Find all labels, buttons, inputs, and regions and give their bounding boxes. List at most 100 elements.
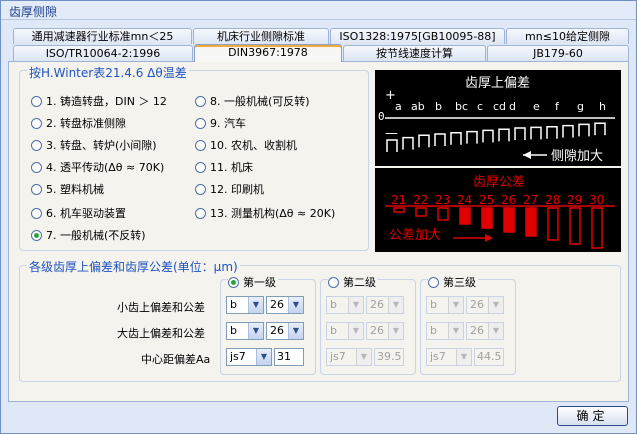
- grade2-small-dev-select[interactable]: b ▼: [326, 296, 364, 314]
- tab-reducer-standard[interactable]: 通用减速器行业标准mn＜25: [13, 28, 192, 44]
- grade2-large-tol-select[interactable]: 26 ▼: [366, 322, 404, 340]
- chevron-down-icon[interactable]: ▼: [348, 297, 363, 313]
- option-11[interactable]: 11. 机床: [195, 159, 253, 175]
- window-title: 齿厚侧隙: [9, 5, 58, 19]
- grade3-small-dev-select[interactable]: b ▼: [426, 296, 464, 314]
- grade3-center-fit-select[interactable]: js7 ▼: [426, 348, 472, 366]
- grade1-large-tol-select[interactable]: 26 ▼: [266, 322, 304, 340]
- chevron-down-icon[interactable]: ▼: [456, 349, 471, 365]
- tab-pitch-speed[interactable]: 按节线速度计算: [343, 45, 486, 61]
- option-7[interactable]: 7. 一般机械(不反转): [31, 227, 146, 243]
- radio-icon[interactable]: [31, 95, 42, 107]
- option-4[interactable]: 4. 透平传动(Δθ ≈ 70K): [31, 159, 164, 175]
- chevron-down-icon[interactable]: ▼: [488, 323, 503, 339]
- option-9[interactable]: 9. 汽车: [195, 115, 246, 131]
- option-5[interactable]: 5. 塑料机械: [31, 181, 104, 197]
- letter-c: c: [477, 100, 483, 113]
- tab-jb179[interactable]: JB179-60: [487, 45, 629, 61]
- deviation-bar: [498, 128, 510, 142]
- radio-icon[interactable]: [195, 161, 206, 173]
- grade1-large-dev-select[interactable]: b ▼: [226, 322, 264, 340]
- option-6[interactable]: 6. 机车驱动装置: [31, 205, 126, 221]
- letter-a: a: [395, 100, 402, 113]
- radio-icon[interactable]: [31, 139, 42, 151]
- tolerance-bar: [503, 207, 515, 233]
- grade2-small-tol-select[interactable]: 26 ▼: [366, 296, 404, 314]
- radio-icon[interactable]: [195, 117, 206, 129]
- chevron-down-icon[interactable]: ▼: [288, 323, 303, 339]
- tolerance-number-30: 30: [589, 193, 604, 207]
- radio-selected-icon[interactable]: [228, 276, 239, 288]
- radio-icon[interactable]: [328, 276, 339, 288]
- tab-panel: 按H.Winter表21.4.6 Δθ温差 1. 铸造转盘，DIN ＞ 12 2…: [8, 61, 629, 402]
- tolerance-number-25: 25: [479, 193, 494, 207]
- backlash-arrow-head: [523, 151, 531, 159]
- grade2-large-dev-select[interactable]: b ▼: [326, 322, 364, 340]
- grade2-radio[interactable]: 第二级: [328, 274, 378, 290]
- grade1-center-fit-select[interactable]: js7 ▼: [226, 348, 272, 366]
- option-13[interactable]: 13. 测量机构(Δθ ≈ 20K): [195, 205, 335, 221]
- tab-iso-tr10064[interactable]: ISO/TR10064-2:1996: [13, 45, 193, 61]
- deviation-bar: [386, 139, 398, 152]
- grade2-center-fit-select[interactable]: js7 ▼: [326, 348, 372, 366]
- grade3-center-value[interactable]: 44.5: [474, 348, 504, 366]
- tab-given-backlash[interactable]: mn≤10给定侧隙: [506, 28, 629, 44]
- chevron-down-icon[interactable]: ▼: [448, 323, 463, 339]
- chevron-down-icon[interactable]: ▼: [388, 297, 403, 313]
- tolerance-arrow-head: [485, 234, 493, 242]
- chevron-down-icon[interactable]: ▼: [288, 297, 303, 313]
- tolerance-bar: [591, 207, 603, 249]
- chevron-down-icon[interactable]: ▼: [248, 323, 263, 339]
- option-8[interactable]: 8. 一般机械(可反转): [195, 93, 310, 109]
- option-2[interactable]: 2. 转盘标准侧隙: [31, 115, 126, 131]
- grade3-large-dev-select[interactable]: b ▼: [426, 322, 464, 340]
- tolerance-bar: [569, 207, 581, 245]
- letter-h: h: [599, 100, 606, 113]
- grade3-radio[interactable]: 第三级: [428, 274, 478, 290]
- grade1-radio[interactable]: 第一级: [228, 274, 278, 290]
- radio-icon[interactable]: [428, 276, 439, 288]
- radio-icon[interactable]: [195, 207, 206, 219]
- letter-e: e: [533, 100, 540, 113]
- radio-icon[interactable]: [31, 161, 42, 173]
- tolerance-number-23: 23: [435, 193, 450, 207]
- chevron-down-icon[interactable]: ▼: [448, 297, 463, 313]
- tab-iso1328[interactable]: ISO1328:1975[GB10095-88]: [330, 28, 505, 44]
- radio-icon[interactable]: [195, 95, 206, 107]
- ok-button[interactable]: 确定: [557, 406, 628, 426]
- radio-icon[interactable]: [195, 139, 206, 151]
- chevron-down-icon[interactable]: ▼: [348, 323, 363, 339]
- grade1-small-tol-select[interactable]: 26 ▼: [266, 296, 304, 314]
- option-1[interactable]: 1. 铸造转盘，DIN ＞ 12: [31, 93, 167, 109]
- radio-icon[interactable]: [31, 207, 42, 219]
- chevron-down-icon[interactable]: ▼: [488, 297, 503, 313]
- radio-icon[interactable]: [195, 183, 206, 195]
- deviation-bar: [514, 127, 526, 140]
- tolerance-bar: [459, 207, 471, 225]
- grade2-center-value[interactable]: 39.5: [374, 348, 404, 366]
- deviation-bar: [562, 124, 574, 138]
- radio-icon[interactable]: [31, 117, 42, 129]
- radio-icon[interactable]: [31, 183, 42, 195]
- grade3-large-tol-select[interactable]: 26 ▼: [466, 322, 504, 340]
- option-12[interactable]: 12. 印刷机: [195, 181, 264, 197]
- winter-group-title: 按H.Winter表21.4.6 Δθ温差: [27, 64, 189, 81]
- option-10[interactable]: 10. 农机、收割机: [195, 137, 297, 153]
- tab-machine-tool-standard[interactable]: 机床行业侧隙标准: [193, 28, 329, 44]
- chevron-down-icon[interactable]: ▼: [356, 349, 371, 365]
- letter-cd: cd: [493, 100, 506, 113]
- deviation-bar: [434, 133, 446, 146]
- tolerance-bar: [481, 207, 493, 229]
- chevron-down-icon[interactable]: ▼: [248, 297, 263, 313]
- grade1-small-dev-select[interactable]: b ▼: [226, 296, 264, 314]
- center-distance-label: 中心距偏差Aa: [141, 353, 211, 366]
- chevron-down-icon[interactable]: ▼: [388, 323, 403, 339]
- radio-selected-icon[interactable]: [31, 229, 42, 241]
- grade1-center-value[interactable]: 31: [274, 348, 304, 366]
- grade3-small-tol-select[interactable]: 26 ▼: [466, 296, 504, 314]
- chevron-down-icon[interactable]: ▼: [256, 349, 271, 365]
- tab-din3967[interactable]: DIN3967:1978: [194, 44, 342, 62]
- letter-ab: ab: [411, 100, 425, 113]
- tolerance-bar: [547, 207, 559, 241]
- option-3[interactable]: 3. 转盘、转炉(小间隙): [31, 137, 157, 153]
